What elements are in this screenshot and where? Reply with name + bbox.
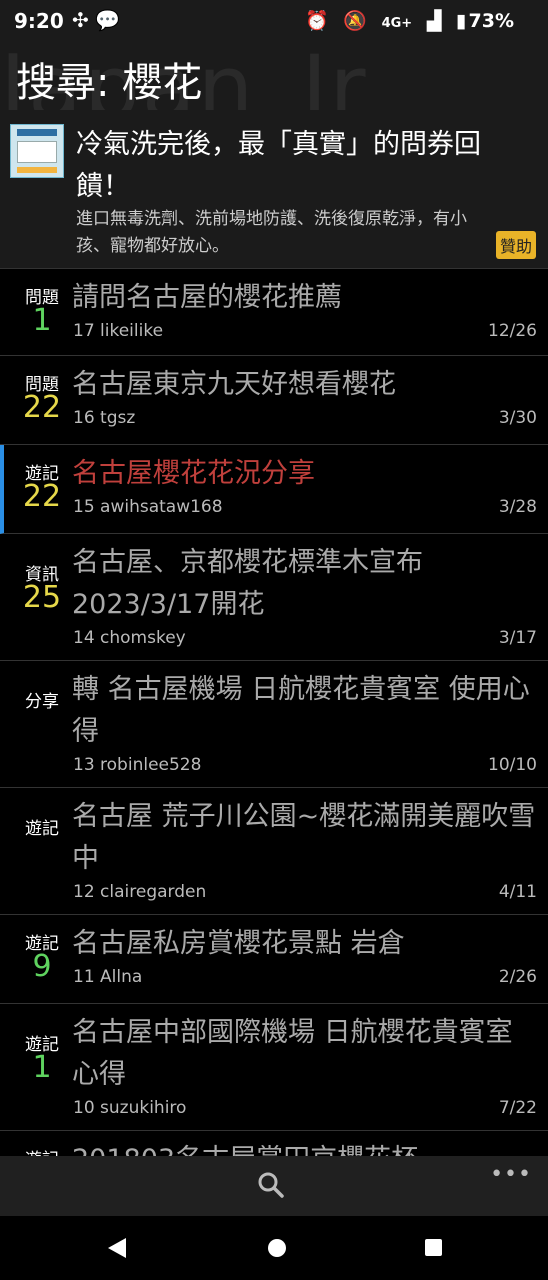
post-date: 4/11	[498, 882, 537, 902]
post-title[interactable]: 請問名古屋的櫻花推薦	[72, 277, 538, 319]
post-title[interactable]: 名古屋、京都櫻花標準木宣布2023/3/17開花	[72, 542, 538, 626]
sponsored-ad[interactable]: 冷氣洗完後，最「真實」的問券回饋！ 進口無毒洗劑、洗前場地防護、洗後復原乾淨，有…	[0, 110, 548, 269]
sponsor-badge: 贊助	[495, 231, 536, 259]
post-author: 12 clairegarden	[73, 882, 207, 902]
post-date: 3/30	[498, 408, 537, 428]
post-author: 14 chomskey	[73, 628, 186, 648]
post-reply-count: 9	[32, 949, 52, 984]
post-list: 問題 1 請問名古屋的櫻花推薦 17 likeilike 12/26 問題 22 名古屋東京九…	[0, 269, 548, 1175]
post-author: 11 Allna	[73, 967, 143, 987]
post-row[interactable]: 問題 1 請問名古屋的櫻花推薦 17 likeilike 12/26	[0, 269, 548, 356]
post-reply-count: 25	[22, 580, 62, 615]
post-author: 17 likeilike	[73, 321, 164, 341]
post-title[interactable]: 名古屋 荒子川公園~櫻花滿開美麗吹雪中	[72, 796, 538, 880]
post-row[interactable]: 遊記 1 名古屋中部國際機場 日航櫻花貴賓室心得 10 suzukihiro 7/22	[0, 1004, 548, 1131]
post-category: 分享	[25, 692, 59, 712]
system-nav-bar	[0, 1216, 548, 1280]
post-title[interactable]: 轉 名古屋機場 日航櫻花貴賓室 使用心得	[72, 669, 538, 753]
post-date: 10/10	[488, 755, 537, 775]
post-reply-count: 22	[22, 390, 62, 425]
post-row[interactable]: 分享轉 名古屋機場 日航櫻花貴賓室 使用心得 13 robinlee528 10/1…	[0, 661, 548, 788]
ad-body: 進口無毒洗劑、洗前場地防護、洗後復原乾淨，有小孩、寵物都好放心。	[76, 209, 467, 256]
post-date: 12/26	[488, 321, 537, 341]
post-date: 3/28	[498, 497, 537, 517]
page-header: Japan_Ir 搜尋: 櫻花	[0, 44, 548, 110]
page-title: 搜尋: 櫻花	[16, 60, 203, 106]
post-reply-count: 1	[32, 303, 52, 338]
status-right-icons: ⏰ 🔕 4G+ ▟ ▮ 73%	[297, 9, 514, 32]
battery-percent: 73%	[468, 10, 514, 32]
post-row[interactable]: 遊記 22 名古屋櫻花花況分享 15 awihsataw168 3/28	[0, 445, 548, 534]
alarm-icon: ⏰	[304, 10, 329, 32]
signal-icon: ▟	[426, 10, 442, 32]
post-title[interactable]: 名古屋櫻花花況分享	[72, 453, 538, 495]
ad-title[interactable]: 冷氣洗完後，最「真實」的問券回饋！	[76, 124, 526, 208]
network-type: 4G+	[381, 16, 413, 31]
post-author: 16 tgsz	[73, 408, 136, 428]
more-options-icon[interactable]: •••	[490, 1162, 532, 1187]
status-time: 9:20	[14, 9, 64, 33]
post-author: 13 robinlee528	[73, 755, 202, 775]
post-date: 3/17	[498, 628, 537, 648]
bottom-toolbar: •••	[0, 1156, 548, 1216]
post-row[interactable]: 問題 22 名古屋東京九天好想看櫻花 16 tgsz 3/30	[0, 356, 548, 445]
post-title[interactable]: 名古屋私房賞櫻花景點 岩倉	[72, 923, 538, 965]
post-date: 7/22	[498, 1098, 537, 1118]
post-category: 遊記	[25, 819, 59, 839]
post-title[interactable]: 名古屋中部國際機場 日航櫻花貴賓室心得	[72, 1012, 538, 1096]
back-icon[interactable]	[106, 1236, 128, 1260]
post-date: 2/26	[498, 967, 537, 987]
post-author: 15 awihsataw168	[73, 497, 223, 517]
home-icon[interactable]	[268, 1239, 286, 1257]
post-reply-count: 22	[22, 479, 62, 514]
status-left-icons: ✣ 💬	[72, 8, 120, 32]
post-row[interactable]: 遊記 名古屋 荒子川公園~櫻花滿開美麗吹雪中 12 clairegarden 4/11	[0, 788, 548, 915]
post-row[interactable]: 資訊 25 名古屋、京都櫻花標準木宣布2023/3/17開花 14 chomskey 3…	[0, 534, 548, 661]
post-author: 10 suzukihiro	[73, 1098, 187, 1118]
search-icon[interactable]	[258, 1172, 284, 1198]
post-row[interactable]: 遊記 9 名古屋私房賞櫻花景點 岩倉 11 Allna 2/26	[0, 915, 548, 1004]
chat-bubble-icon: 💬	[95, 8, 121, 32]
pinwheel-icon: ✣	[72, 8, 89, 32]
battery-icon: ▮	[456, 10, 467, 32]
ad-thumbnail	[10, 124, 64, 178]
post-reply-count: 1	[32, 1050, 52, 1085]
mute-icon: 🔕	[343, 10, 367, 32]
post-title[interactable]: 名古屋東京九天好想看櫻花	[72, 364, 538, 406]
status-bar: 9:20 ✣ 💬 ⏰ 🔕 4G+ ▟ ▮ 73%	[0, 0, 548, 44]
recents-icon[interactable]	[425, 1239, 442, 1256]
